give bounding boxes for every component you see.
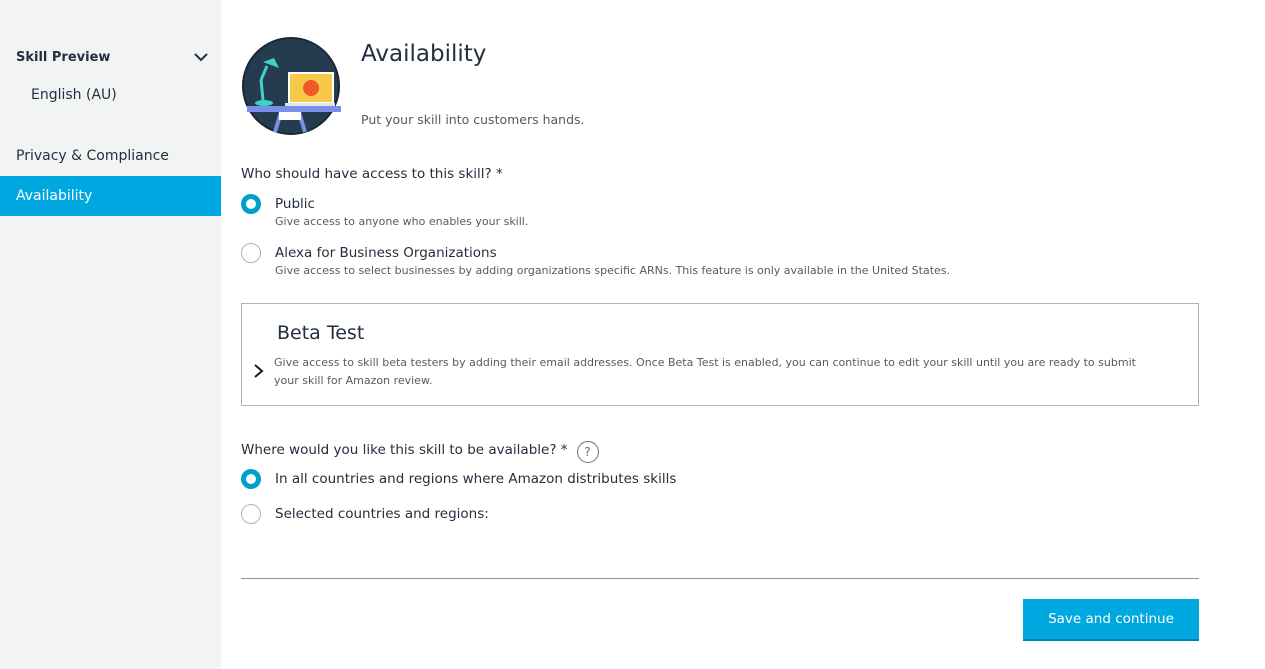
region-question-label: Where would you like this skill to be av…	[241, 442, 568, 458]
chevron-right-icon	[254, 364, 264, 378]
all-countries-label[interactable]: In all countries and regions where Amazo…	[275, 471, 676, 487]
sidebar-item-availability[interactable]: Availability	[0, 176, 221, 216]
all-countries-radio[interactable]	[241, 469, 261, 489]
save-and-continue-button[interactable]: Save and continue	[1023, 599, 1199, 639]
public-label[interactable]: Public	[275, 196, 315, 212]
skill-preview-label: Skill Preview	[16, 49, 111, 65]
selected-countries-radio[interactable]	[241, 504, 261, 524]
alexa-business-description: Give access to select businesses by addi…	[275, 264, 951, 277]
sidebar: Skill Preview English (AU) Privacy & Com…	[0, 0, 221, 669]
desk-lamp-illustration	[242, 37, 341, 135]
beta-test-description: Give access to skill beta testers by add…	[274, 356, 1136, 387]
help-icon[interactable]: ?	[576, 441, 599, 463]
skill-preview-toggle[interactable]: Skill Preview	[16, 47, 221, 67]
sidebar-item-locale[interactable]: English (AU)	[31, 87, 117, 103]
page-subtitle: Put your skill into customers hands.	[361, 112, 585, 127]
chevron-down-icon	[194, 53, 208, 62]
beta-test-panel[interactable]: Beta Test Give access to skill beta test…	[241, 303, 1199, 406]
access-question-label: Who should have access to this skill? *	[241, 166, 503, 182]
public-description: Give access to anyone who enables your s…	[275, 215, 529, 228]
sidebar-item-privacy-compliance[interactable]: Privacy & Compliance	[0, 136, 221, 176]
alexa-business-label[interactable]: Alexa for Business Organizations	[275, 245, 497, 261]
alexa-business-radio[interactable]	[241, 243, 261, 263]
beta-test-title: Beta Test	[277, 322, 365, 344]
page-title: Availability	[361, 41, 487, 67]
divider	[241, 578, 1199, 579]
public-radio[interactable]	[241, 194, 261, 214]
selected-countries-label[interactable]: Selected countries and regions:	[275, 506, 489, 522]
region-question: Where would you like this skill to be av…	[241, 437, 599, 463]
